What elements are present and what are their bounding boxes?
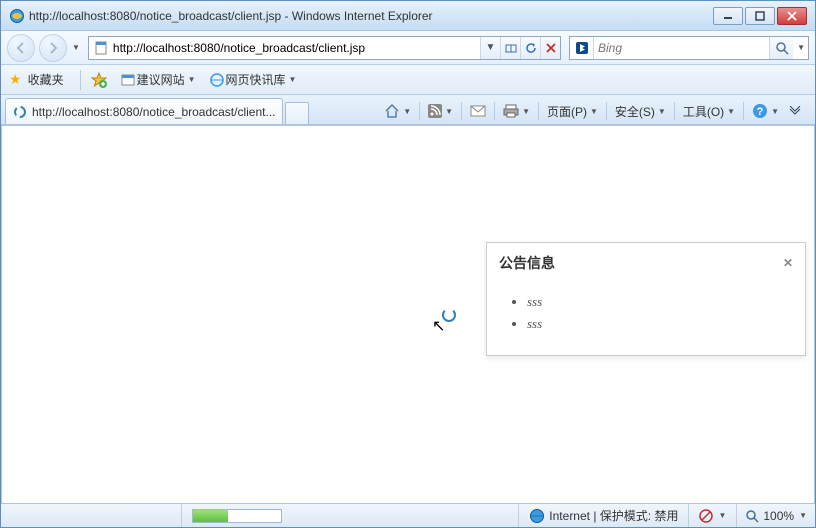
separator: [743, 102, 744, 120]
chevron-down-icon: ▼: [289, 75, 297, 84]
status-message: [1, 504, 181, 527]
progress-segment: [181, 504, 292, 527]
favorites-bar: ★ 收藏夹 建议网站 ▼ 网页快讯库 ▼: [1, 65, 815, 95]
progress-bar: [192, 509, 282, 523]
separator: [419, 102, 420, 120]
help-button[interactable]: ?▼: [748, 101, 783, 121]
ie-icon: [9, 8, 25, 24]
browser-tab[interactable]: http://localhost:8080/notice_broadcast/c…: [5, 98, 283, 124]
feeds-button[interactable]: ▼: [424, 102, 457, 120]
chevron-down-icon: ▼: [718, 511, 726, 520]
window-controls: [713, 7, 807, 25]
tab-bar: http://localhost:8080/notice_broadcast/c…: [1, 95, 815, 125]
expand-toolbar-icon[interactable]: [785, 104, 805, 118]
refresh-button[interactable]: [520, 37, 540, 59]
chevron-down-icon: ▼: [799, 511, 807, 520]
web-slice-link[interactable]: 网页快讯库 ▼: [206, 69, 301, 90]
maximize-button[interactable]: [745, 7, 775, 25]
safety-menu-label: 安全(S): [615, 103, 655, 120]
separator: [538, 102, 539, 120]
shield-off-icon: [699, 509, 713, 523]
zoom-control[interactable]: 100% ▼: [736, 504, 815, 527]
separator: [674, 102, 675, 120]
loading-icon: [12, 104, 28, 120]
notice-close-button[interactable]: ✕: [783, 256, 793, 270]
zoom-level: 100%: [763, 509, 794, 523]
web-slice-label: 网页快讯库: [226, 71, 286, 88]
tools-menu[interactable]: 工具(O)▼: [679, 101, 739, 122]
chevron-down-icon: ▼: [188, 75, 196, 84]
favorites-label[interactable]: 收藏夹: [28, 71, 64, 88]
home-button[interactable]: ▼: [380, 101, 415, 121]
search-input[interactable]: [594, 41, 769, 55]
notice-body: sss sss: [487, 283, 805, 355]
page-menu-label: 页面(P): [547, 103, 587, 120]
window-titlebar: http://localhost:8080/notice_broadcast/c…: [1, 1, 815, 31]
zoom-icon: [745, 509, 759, 523]
read-mail-button[interactable]: [466, 103, 490, 119]
new-tab-button[interactable]: [285, 102, 309, 124]
status-bar: Internet | 保护模式: 禁用 ▼ 100% ▼: [1, 503, 815, 527]
separator: [80, 70, 81, 90]
page-icon: [93, 40, 109, 56]
forward-button[interactable]: [39, 34, 67, 62]
tab-title: http://localhost:8080/notice_broadcast/c…: [32, 105, 276, 119]
search-bar: ▼: [569, 36, 809, 60]
compat-view-button[interactable]: [500, 37, 520, 59]
notice-title: 公告信息: [499, 253, 555, 273]
nav-history-dropdown-icon[interactable]: ▼: [72, 43, 80, 52]
window-title: http://localhost:8080/notice_broadcast/c…: [29, 9, 713, 23]
loading-cursor-icon: ↖: [432, 316, 445, 336]
notice-item: sss: [527, 313, 785, 335]
security-zone[interactable]: Internet | 保护模式: 禁用: [518, 504, 688, 527]
safety-menu[interactable]: 安全(S)▼: [611, 101, 670, 122]
suggested-sites-label: 建议网站: [137, 71, 185, 88]
svg-text:?: ?: [757, 106, 764, 118]
command-bar: ▼ ▼ ▼ 页面(P)▼ 安全(S)▼ 工具(O)▼ ?▼: [309, 98, 812, 124]
navigation-bar: ▼ ▼ ▼: [1, 31, 815, 65]
address-dropdown-button[interactable]: ▼: [480, 37, 500, 59]
separator: [461, 102, 462, 120]
separator: [606, 102, 607, 120]
security-zone-label: Internet | 保护模式: 禁用: [549, 507, 678, 524]
notice-panel: 公告信息 ✕ sss sss: [486, 242, 806, 356]
search-provider-icon[interactable]: [570, 37, 594, 59]
separator: [494, 102, 495, 120]
favorites-star-icon[interactable]: ★: [9, 71, 22, 88]
stop-button[interactable]: [540, 37, 560, 59]
close-button[interactable]: [777, 7, 807, 25]
protected-mode-toggle[interactable]: ▼: [688, 504, 736, 527]
add-favorite-button[interactable]: [87, 70, 111, 90]
address-bar: ▼: [88, 36, 561, 60]
search-dropdown-icon[interactable]: ▼: [794, 43, 808, 52]
page-menu[interactable]: 页面(P)▼: [543, 101, 602, 122]
print-button[interactable]: ▼: [499, 102, 534, 120]
page-content: ↖ 公告信息 ✕ sss sss: [1, 125, 815, 505]
notice-list: sss sss: [507, 291, 785, 335]
address-input[interactable]: [113, 41, 480, 55]
notice-item: sss: [527, 291, 785, 313]
back-button[interactable]: [7, 34, 35, 62]
minimize-button[interactable]: [713, 7, 743, 25]
tools-menu-label: 工具(O): [683, 103, 724, 120]
internet-zone-icon: [529, 508, 545, 524]
search-button[interactable]: [769, 37, 793, 59]
suggested-sites-link[interactable]: 建议网站 ▼: [117, 69, 200, 90]
